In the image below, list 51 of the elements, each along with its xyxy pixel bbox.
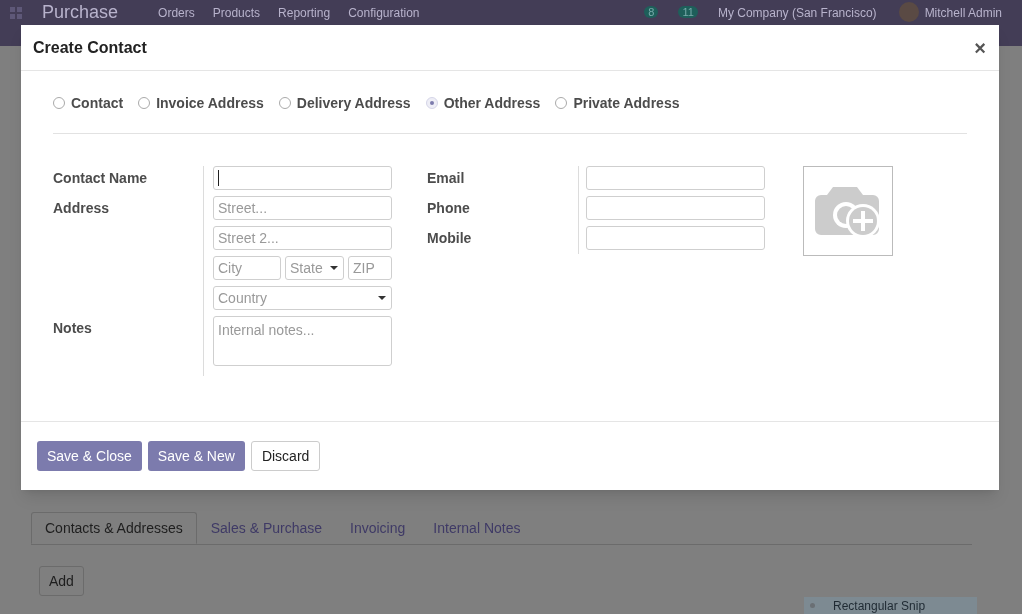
input-field[interactable]: Street...: [213, 196, 392, 220]
add-button[interactable]: Add: [39, 566, 84, 596]
close-button[interactable]: ×: [974, 37, 987, 58]
menu-item[interactable]: Configuration: [348, 6, 420, 20]
save-button[interactable]: Save & Close: [37, 441, 142, 471]
radio-button[interactable]: [278, 97, 291, 109]
input-field[interactable]: [586, 166, 765, 190]
input-field[interactable]: Street 2...: [213, 226, 392, 250]
address-type-option[interactable]: Contact: [53, 92, 124, 114]
tab[interactable]: Internal Notes: [419, 512, 535, 544]
input-field[interactable]: [586, 226, 765, 250]
radio-button[interactable]: [425, 97, 438, 109]
radio-button[interactable]: [53, 97, 65, 109]
user-menu[interactable]: Mitchell Admin: [924, 6, 1002, 20]
field-label: Address: [53, 199, 111, 218]
caret-icon: [330, 266, 338, 270]
tab[interactable]: Contacts & Addresses: [31, 512, 197, 544]
notes-field[interactable]: Internal notes...: [213, 316, 392, 366]
app-name[interactable]: Purchase: [42, 2, 119, 22]
activity-badge[interactable]: 8: [644, 6, 659, 18]
tooltip-text: Rectangular Snip: [833, 598, 926, 613]
input-field[interactable]: [586, 196, 765, 220]
tab[interactable]: Sales & Purchase: [196, 512, 337, 544]
apps-menu-icon[interactable]: [10, 7, 22, 19]
tab[interactable]: Invoicing: [336, 512, 420, 544]
radio-button[interactable]: [138, 97, 151, 109]
radio-button[interactable]: [555, 97, 568, 109]
field-label: Mobile: [427, 229, 473, 248]
discard-button[interactable]: Discard: [250, 441, 321, 471]
input-field[interactable]: City: [213, 256, 281, 280]
menu-item[interactable]: Reporting: [278, 6, 331, 20]
address-type-option[interactable]: Private Address: [555, 92, 680, 114]
select-field[interactable]: State: [285, 256, 344, 280]
bullet-icon: [810, 603, 815, 608]
input-field[interactable]: ZIP: [348, 256, 392, 280]
menu-item[interactable]: Orders: [158, 6, 195, 20]
save-button[interactable]: Save & New: [147, 441, 245, 471]
field-label: Phone: [427, 199, 471, 218]
caret-icon: [378, 296, 386, 300]
menu-item[interactable]: Products: [212, 6, 261, 20]
address-type-option[interactable]: Other Address: [425, 92, 541, 114]
field-label: Email: [427, 169, 466, 188]
dialog-title: Create Contact: [33, 37, 147, 58]
message-badge[interactable]: 11: [678, 6, 698, 18]
field-label: Contact Name: [53, 169, 149, 188]
address-type-option[interactable]: Delivery Address: [278, 92, 411, 114]
input-field[interactable]: [213, 166, 392, 190]
company-switcher[interactable]: My Company (San Francisco): [717, 6, 877, 20]
address-type-option[interactable]: Invoice Address: [138, 92, 264, 114]
select-field[interactable]: Country: [213, 286, 392, 310]
field-label: Notes: [53, 319, 93, 338]
